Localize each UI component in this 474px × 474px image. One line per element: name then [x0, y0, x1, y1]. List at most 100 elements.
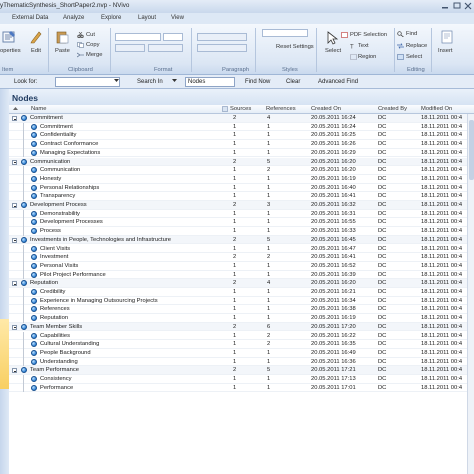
collapse-icon[interactable] — [12, 237, 17, 243]
column-sources[interactable]: Sources — [230, 106, 251, 112]
replace-button[interactable]: Replace — [406, 43, 427, 49]
find-now-button[interactable]: Find Now — [245, 79, 270, 85]
font-color-buttons[interactable] — [148, 44, 183, 52]
child-node-row[interactable]: Demonstrability 1 1 20.05.2011 16:31 DC 18.11… — [9, 209, 474, 219]
child-node-row[interactable]: Process 1 1 20.05.2011 16:33 DC 18.11.2011 00… — [9, 227, 474, 236]
child-node-row[interactable]: Commitment 1 1 20.05.2011 16:24 DC 18.11.2011… — [9, 122, 474, 132]
find-icon[interactable] — [397, 31, 404, 38]
search-in-label[interactable]: Search In — [137, 79, 163, 85]
child-node-row[interactable]: Confidentiality 1 1 20.05.2011 16:25 DC 18.11… — [9, 131, 474, 141]
menu-external-data[interactable]: External Data — [12, 15, 48, 21]
collapse-icon[interactable] — [12, 324, 17, 330]
copy-button[interactable]: Copy — [86, 42, 100, 48]
parent-node-row[interactable]: Communication 2 5 20.05.2011 16:20 DC 18.11.2… — [9, 157, 474, 167]
region-select-button[interactable]: Region — [358, 54, 376, 60]
menu-analyze[interactable]: Analyze — [63, 15, 84, 21]
text-select-button[interactable]: Text — [358, 43, 369, 49]
selected-navigation-item[interactable] — [0, 319, 9, 389]
cut-icon[interactable] — [77, 31, 84, 39]
cut-button[interactable]: Cut — [86, 32, 95, 38]
chevron-down-icon[interactable] — [114, 79, 119, 85]
child-node-row[interactable]: Personal Visits 1 1 20.05.2011 16:52 DC 18.11… — [9, 261, 474, 271]
parent-node-row[interactable]: Investments in People, Technologies and … — [9, 235, 474, 245]
edit-icon[interactable] — [29, 30, 43, 44]
child-node-row[interactable]: Pilot Project Performance 1 1 20.05.2011 16… — [9, 270, 474, 280]
advanced-find-button[interactable]: Advanced Find — [318, 79, 358, 85]
chevron-down-icon[interactable] — [172, 79, 177, 85]
menu-layout[interactable]: Layout — [138, 15, 156, 21]
font-style-buttons[interactable] — [115, 44, 145, 52]
style-select[interactable] — [262, 29, 308, 37]
font-family-select[interactable] — [115, 33, 161, 41]
child-node-row[interactable]: Development Processes 1 1 20.05.2011 16:55 D… — [9, 218, 474, 228]
child-node-row[interactable]: Honesty 1 1 20.05.2011 16:19 DC 18.11.2011 00… — [9, 174, 474, 184]
sort-asc-icon[interactable] — [13, 106, 18, 113]
font-size-select[interactable] — [163, 33, 183, 41]
child-node-row[interactable]: Understanding 1 1 20.05.2011 16:36 DC 18.11.2… — [9, 357, 474, 367]
select-cursor-icon[interactable] — [325, 31, 339, 45]
parent-node-row[interactable]: Commitment 2 4 20.05.2011 16:24 DC 18.11.2011… — [9, 114, 474, 123]
vertical-scrollbar[interactable] — [467, 114, 474, 474]
region-select-icon[interactable] — [350, 54, 357, 60]
find-button[interactable]: Find — [406, 31, 417, 37]
properties-button[interactable]: operties — [0, 48, 21, 54]
column-created-by[interactable]: Created By — [378, 106, 407, 112]
merge-button[interactable]: Merge — [86, 52, 102, 58]
collapse-icon[interactable] — [12, 159, 17, 165]
child-node-row[interactable]: Experience in Managing Outsourcing Proje… — [9, 296, 474, 306]
menu-explore[interactable]: Explore — [101, 15, 121, 21]
parent-node-row[interactable]: Development Process 2 3 20.05.2011 16:32 DC 1… — [9, 201, 474, 210]
child-node-row[interactable]: Managing Expectations 1 1 20.05.2011 16:29 D… — [9, 148, 474, 158]
child-node-row[interactable]: Transparency 1 1 20.05.2011 16:41 DC 18.11.20… — [9, 192, 474, 201]
search-in-field[interactable]: Nodes — [185, 77, 235, 87]
menu-view[interactable]: View — [171, 15, 184, 21]
column-created-on[interactable]: Created On — [311, 106, 341, 112]
reset-settings-button[interactable]: Reset Settings — [276, 44, 314, 50]
copy-icon[interactable] — [77, 42, 84, 48]
collapse-icon[interactable] — [12, 116, 17, 121]
navigation-pane-strip[interactable] — [0, 89, 9, 474]
pdf-selection-icon[interactable] — [341, 32, 348, 38]
child-node-row[interactable]: Investment 2 2 20.05.2011 16:41 DC 18.11.2011… — [9, 253, 474, 262]
paragraph-align-buttons[interactable] — [197, 33, 247, 41]
edit-button[interactable]: Edit — [31, 48, 41, 54]
column-references[interactable]: References — [266, 106, 296, 112]
child-node-row[interactable]: Communication 1 2 20.05.2011 16:20 DC 18.11.2… — [9, 166, 474, 175]
collapse-icon[interactable] — [12, 368, 17, 374]
insert-button[interactable]: Insert — [438, 48, 453, 54]
properties-icon[interactable] — [2, 30, 16, 44]
child-node-row[interactable]: References 1 1 20.05.2011 16:38 DC 18.11.2011… — [9, 305, 474, 315]
merge-icon[interactable] — [76, 52, 84, 58]
parent-node-row[interactable]: Team Performance 2 5 20.05.2011 17:21 DC 18.1… — [9, 366, 474, 375]
scrollbar-thumb[interactable] — [469, 120, 474, 180]
paste-icon[interactable] — [55, 30, 69, 44]
child-node-row[interactable]: Personal Relationships 1 1 20.05.2011 16:40… — [9, 183, 474, 193]
child-node-row[interactable]: Performance 1 1 20.05.2011 17:01 DC 18.11.201… — [9, 383, 474, 393]
insert-icon[interactable] — [440, 30, 454, 44]
select-button[interactable]: Select — [325, 48, 341, 54]
parent-node-row[interactable]: Team Member Skills 2 6 20.05.2011 17:20 DC 18… — [9, 322, 474, 332]
child-node-row[interactable]: People Background 1 1 20.05.2011 16:49 DC 18.… — [9, 348, 474, 358]
select-all-icon[interactable] — [397, 54, 404, 60]
child-node-row[interactable]: Client Visits 1 1 20.05.2011 16:47 DC 18.11.2… — [9, 244, 474, 254]
child-node-row[interactable]: Reputation 1 1 20.05.2011 16:19 DC 18.11.2011… — [9, 314, 474, 323]
minimize-icon[interactable] — [440, 2, 450, 10]
column-name[interactable]: Name — [31, 106, 46, 112]
maximize-icon[interactable] — [452, 2, 462, 10]
child-node-row[interactable]: Credibility 1 1 20.05.2011 16:21 DC 18.11.201… — [9, 288, 474, 297]
text-select-icon[interactable]: T — [350, 43, 357, 51]
child-node-row[interactable]: Consistency 1 1 20.05.2011 17:13 DC 18.11.201… — [9, 375, 474, 384]
paste-button[interactable]: Paste — [55, 48, 70, 54]
clear-button[interactable]: Clear — [286, 79, 300, 85]
child-node-row[interactable]: Cultural Understanding 1 2 20.05.2011 16:35… — [9, 340, 474, 349]
column-modified-on[interactable]: Modified On — [421, 106, 452, 112]
select-all-button[interactable]: Select — [406, 54, 422, 60]
paragraph-list-buttons[interactable] — [197, 44, 247, 52]
parent-node-row[interactable]: Reputation 2 4 20.05.2011 16:20 DC 18.11.2011… — [9, 279, 474, 288]
pdf-selection-button[interactable]: PDF Selection — [350, 32, 387, 38]
close-icon[interactable] — [463, 2, 473, 10]
collapse-icon[interactable] — [12, 203, 17, 208]
replace-icon[interactable] — [397, 43, 404, 49]
collapse-icon[interactable] — [12, 281, 17, 287]
child-node-row[interactable]: Capabilities 1 2 20.05.2011 16:22 DC 18.11.20… — [9, 331, 474, 341]
